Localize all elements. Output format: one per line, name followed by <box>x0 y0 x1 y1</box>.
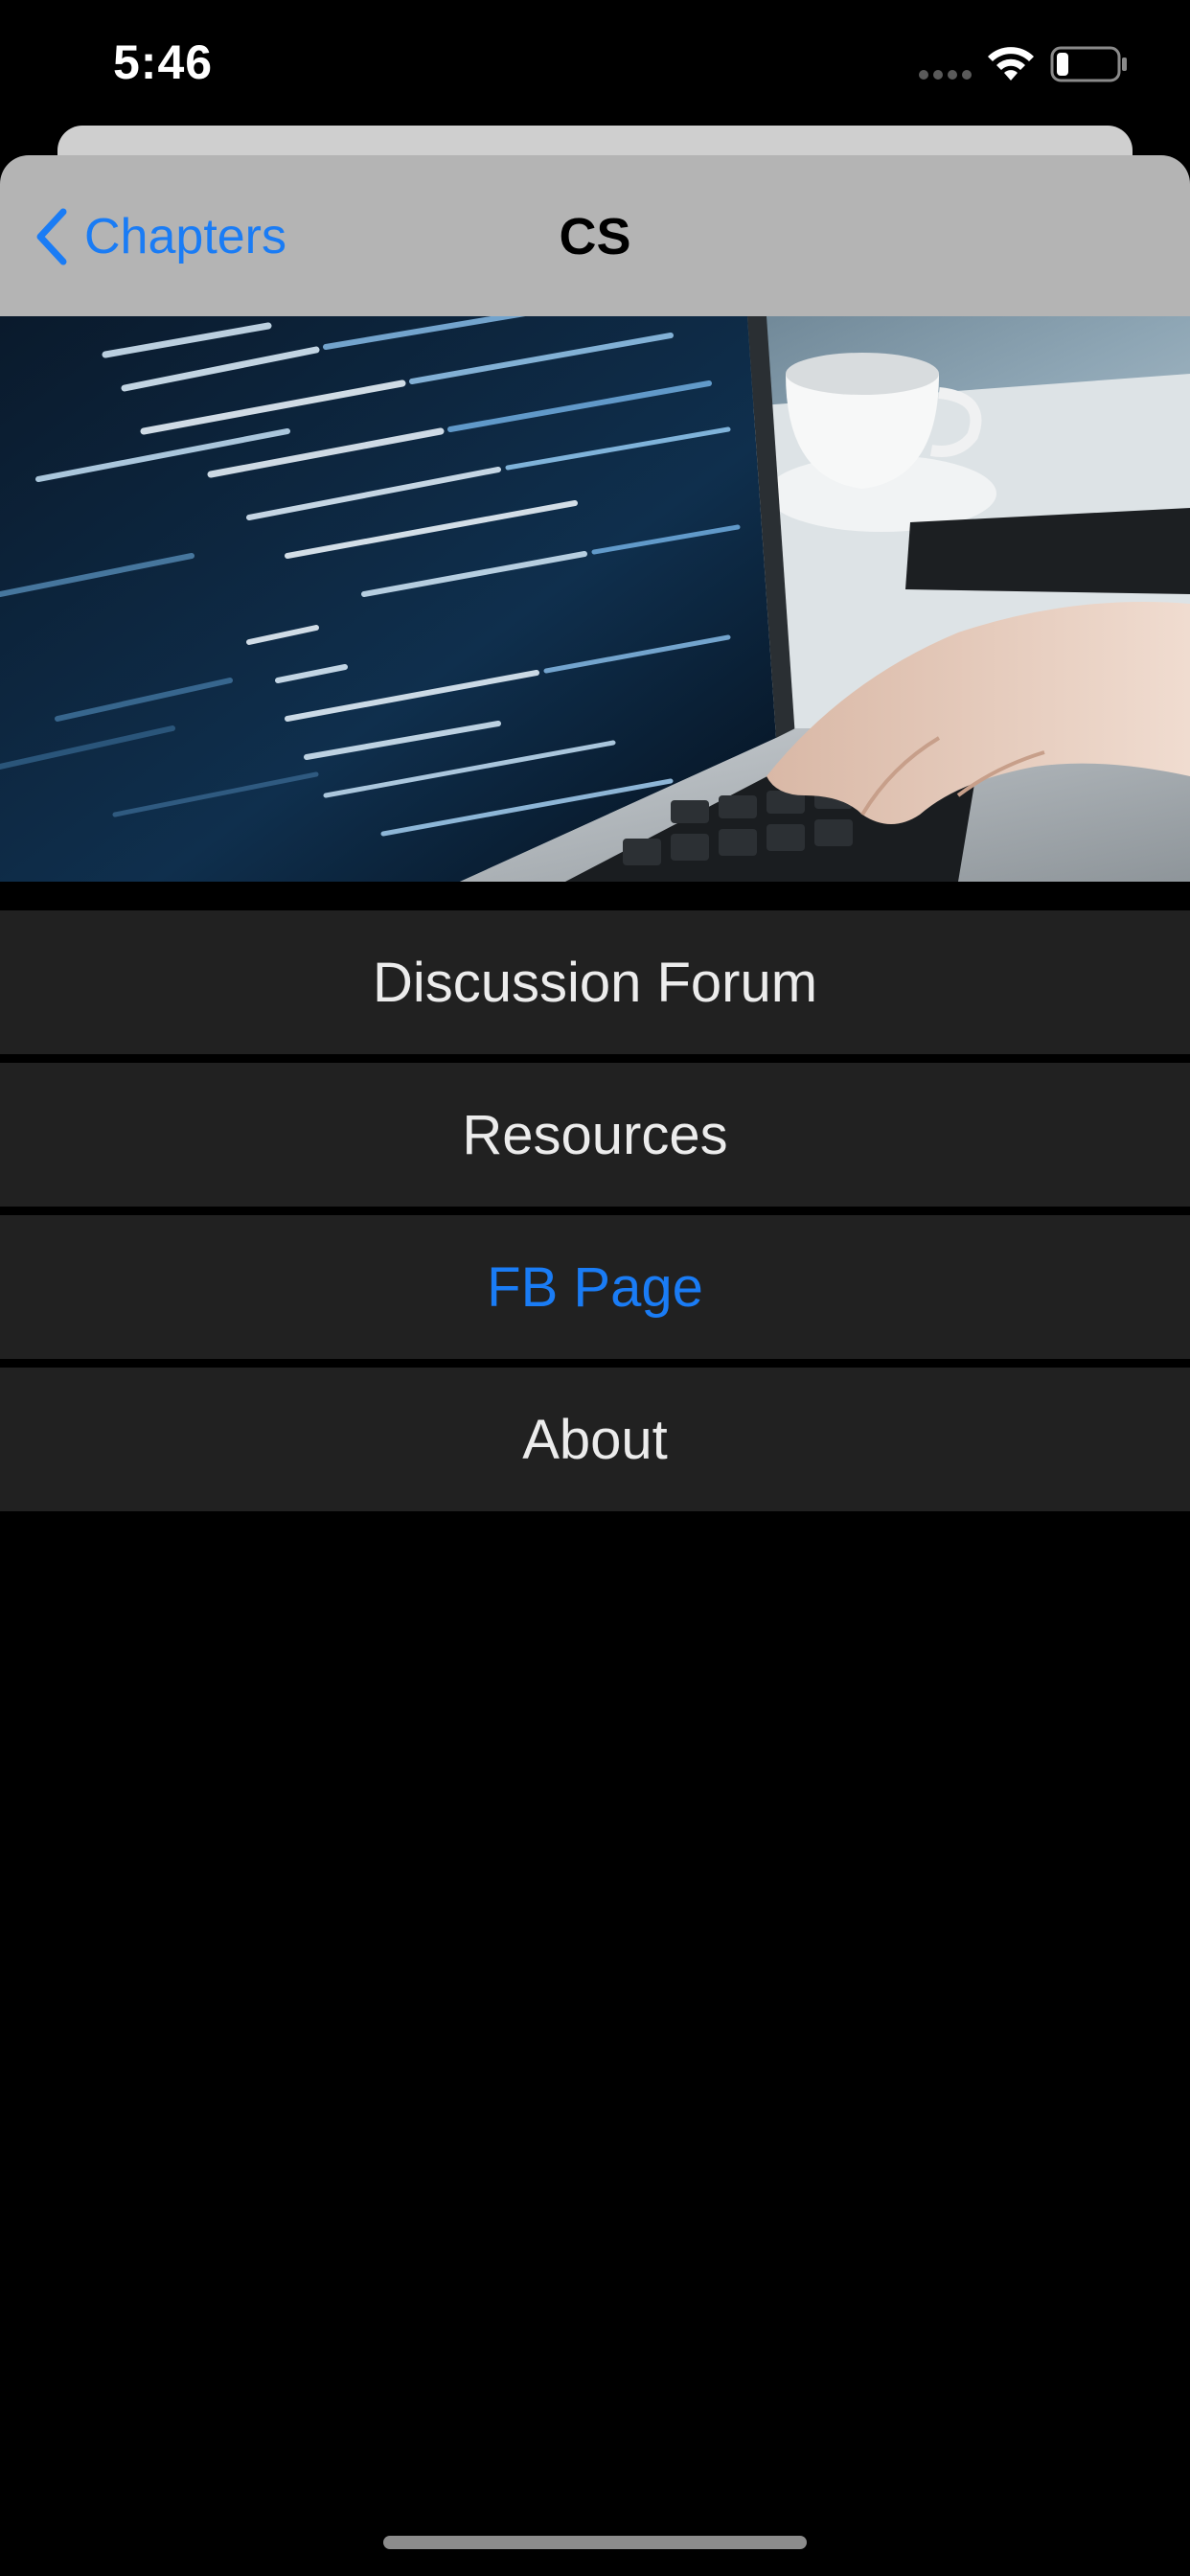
status-time: 5:46 <box>113 35 214 89</box>
chevron-left-icon <box>36 208 67 265</box>
battery-icon <box>1050 46 1127 82</box>
hero-image <box>0 316 1190 882</box>
discussion-forum-button[interactable]: Discussion Forum <box>0 910 1190 1054</box>
modal-sheet: CS Chapters Discussion Forum Resources F… <box>0 155 1190 2576</box>
home-indicator[interactable] <box>383 2536 807 2549</box>
laptop-code-photo <box>0 316 1190 882</box>
fb-page-button[interactable]: FB Page <box>0 1215 1190 1359</box>
navigation-bar: CS Chapters <box>0 155 1190 316</box>
back-button-label: Chapters <box>84 209 286 264</box>
status-bar: 5:46 <box>0 0 1190 126</box>
resources-button[interactable]: Resources <box>0 1063 1190 1207</box>
back-button[interactable]: Chapters <box>33 203 286 270</box>
menu-list: Discussion Forum Resources FB Page About <box>0 910 1190 1520</box>
wifi-icon <box>988 47 1034 80</box>
about-button[interactable]: About <box>0 1368 1190 1511</box>
cellular-signal-icon <box>919 70 972 80</box>
